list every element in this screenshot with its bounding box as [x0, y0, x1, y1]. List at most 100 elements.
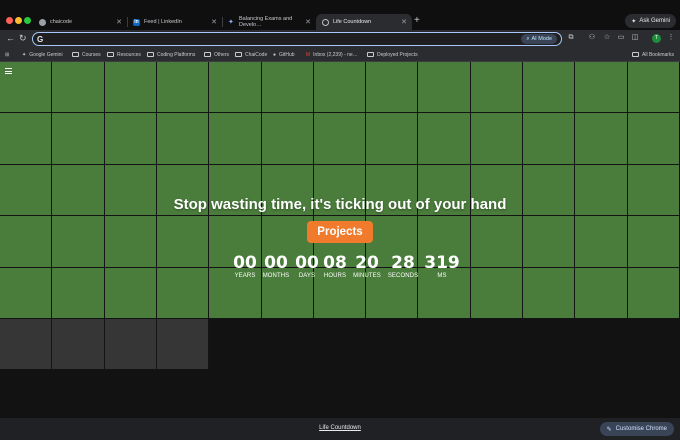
reading-list-icon[interactable]: ▭ [617, 34, 625, 42]
apps-grid-icon[interactable]: ⊞ [5, 50, 9, 59]
more-menu-icon[interactable]: ⋮ [667, 34, 675, 42]
lived-cell [627, 62, 680, 114]
side-panel-icon[interactable]: ◫ [631, 34, 639, 42]
bookmark-courses[interactable]: Courses [72, 50, 101, 59]
lived-cell [418, 62, 471, 114]
countdown-months: 00 MONTHS [260, 254, 292, 280]
close-icon[interactable]: ✕ [305, 18, 311, 26]
tab-title: chaicode [50, 19, 73, 25]
lived-cell [156, 113, 210, 165]
bookmark-label: All Bookmarks [642, 51, 674, 58]
lived-cell [209, 62, 262, 114]
hamburger-menu-icon[interactable] [5, 68, 12, 74]
countdown-label: SECONDS [387, 273, 419, 279]
folder-icon [632, 52, 639, 57]
countdown-value: 00 [233, 253, 257, 273]
extension-icon[interactable]: ⚇ [588, 34, 596, 42]
lived-cell [523, 62, 576, 114]
bookmark-label: Courses [82, 51, 101, 58]
pencil-icon: ✎ [606, 426, 612, 433]
bookmark-star-icon[interactable]: ☆ [603, 34, 611, 42]
page-headline: Stop wasting time, it's ticking out of y… [173, 196, 507, 213]
lived-cell [627, 267, 680, 319]
customise-chrome-button[interactable]: ✎ Customise Chrome [599, 422, 674, 436]
lived-cell [0, 113, 53, 165]
countdown-days: 00 DAYS [294, 254, 320, 280]
bookmark-label: Resources [117, 51, 141, 58]
search-icon: ⌕ [526, 35, 530, 42]
lived-cell [470, 62, 524, 114]
bookmark-inbox[interactable]: M Inbox (2,239) - ne… [306, 50, 358, 59]
folder-icon [147, 52, 154, 57]
bookmark-resources[interactable]: Resources [107, 50, 141, 59]
tab-chaicode[interactable]: chaicode ✕ [33, 14, 128, 30]
linkedin-icon: in [133, 18, 140, 26]
countdown-value: 00 [264, 253, 288, 273]
remaining-cell [52, 319, 105, 371]
bookmark-others[interactable]: Others [204, 50, 229, 59]
lived-cell [418, 113, 471, 165]
lived-cell [209, 113, 262, 165]
countdown-value: 20 [355, 253, 379, 273]
all-bookmarks[interactable]: All Bookmarks [632, 50, 674, 59]
lived-cell [104, 62, 157, 114]
bookmark-label: Google Gemini [29, 51, 63, 58]
ask-gemini-button[interactable]: ✦ Ask Gemini [625, 14, 676, 28]
gmail-icon: M [306, 51, 311, 58]
lived-cell [627, 113, 680, 165]
close-icon[interactable]: ✕ [116, 18, 122, 26]
lived-cell [313, 113, 367, 165]
maximize-window-icon[interactable] [24, 17, 31, 24]
countdown-label: HOURS [323, 273, 347, 279]
bookmark-github[interactable]: ● GitHub [273, 50, 295, 59]
back-icon[interactable]: ← [6, 33, 15, 43]
lived-cell [156, 267, 210, 319]
close-window-icon[interactable] [6, 17, 13, 24]
minimize-window-icon[interactable] [15, 17, 22, 24]
new-tab-icon[interactable]: + [414, 15, 420, 26]
lived-cell [261, 62, 314, 114]
google-icon: G [37, 35, 44, 44]
toolbar: ← ↻ G ⌕ AI Mode ⧉ ⚇ ☆ ▭ ◫ T ⋮ [0, 30, 680, 48]
sparkle-icon: ✦ [22, 51, 27, 58]
tab-linkedin[interactable]: in Feed | LinkedIn ✕ [127, 14, 223, 30]
countdown-years: 00 YEARS [231, 254, 259, 280]
tab-title: Life Countdown [333, 19, 372, 25]
bookmark-chaicode[interactable]: ChaiCode [235, 50, 267, 59]
lived-cell [575, 113, 628, 165]
bottom-bar: Life Countdown ✎ Customise Chrome [0, 418, 680, 440]
close-icon[interactable]: ✕ [211, 18, 217, 26]
lived-cell [104, 216, 157, 268]
countdown-label: YEARS [234, 273, 256, 279]
bookmark-google-gemini[interactable]: ✦ Google Gemini [22, 50, 63, 59]
bookmark-coding-platforms[interactable]: Coding Platforms [147, 50, 195, 59]
close-icon[interactable]: ✕ [401, 18, 407, 26]
bookmark-label: Inbox (2,239) - ne… [313, 51, 358, 58]
life-countdown-link[interactable]: Life Countdown [0, 425, 680, 431]
countdown-minutes: 20 MINUTES [350, 254, 384, 280]
lived-cell [575, 62, 628, 114]
avatar[interactable]: T [652, 34, 661, 43]
reload-icon[interactable]: ↻ [19, 33, 27, 44]
lived-cell [0, 216, 53, 268]
lived-cell [575, 216, 628, 268]
lived-cell [366, 113, 419, 165]
tab-life-countdown[interactable]: Life Countdown ✕ [316, 14, 412, 30]
tab-balancing-exams[interactable]: ✦ Balancing Exams and Develo… ✕ [222, 14, 316, 30]
ai-mode-button[interactable]: ⌕ AI Mode [521, 34, 557, 44]
bookmark-deployed-projects[interactable]: Deployed Projects [367, 50, 418, 59]
lived-cell [104, 267, 157, 319]
bookmark-label: ChaiCode [245, 51, 268, 58]
lived-cell [523, 113, 576, 165]
countdown-label: MONTHS [262, 273, 290, 279]
countdown-ms: 319 MS [422, 254, 462, 280]
projects-button[interactable]: Projects [307, 221, 373, 243]
globe-icon [322, 18, 329, 26]
customise-chrome-label: Customise Chrome [615, 426, 667, 432]
bookmark-label: GitHub [279, 51, 295, 58]
lived-cell [313, 62, 367, 114]
folder-icon [107, 52, 114, 57]
lived-cell [470, 113, 524, 165]
install-app-icon[interactable]: ⧉ [567, 34, 575, 42]
address-bar[interactable]: G ⌕ AI Mode [32, 32, 562, 46]
